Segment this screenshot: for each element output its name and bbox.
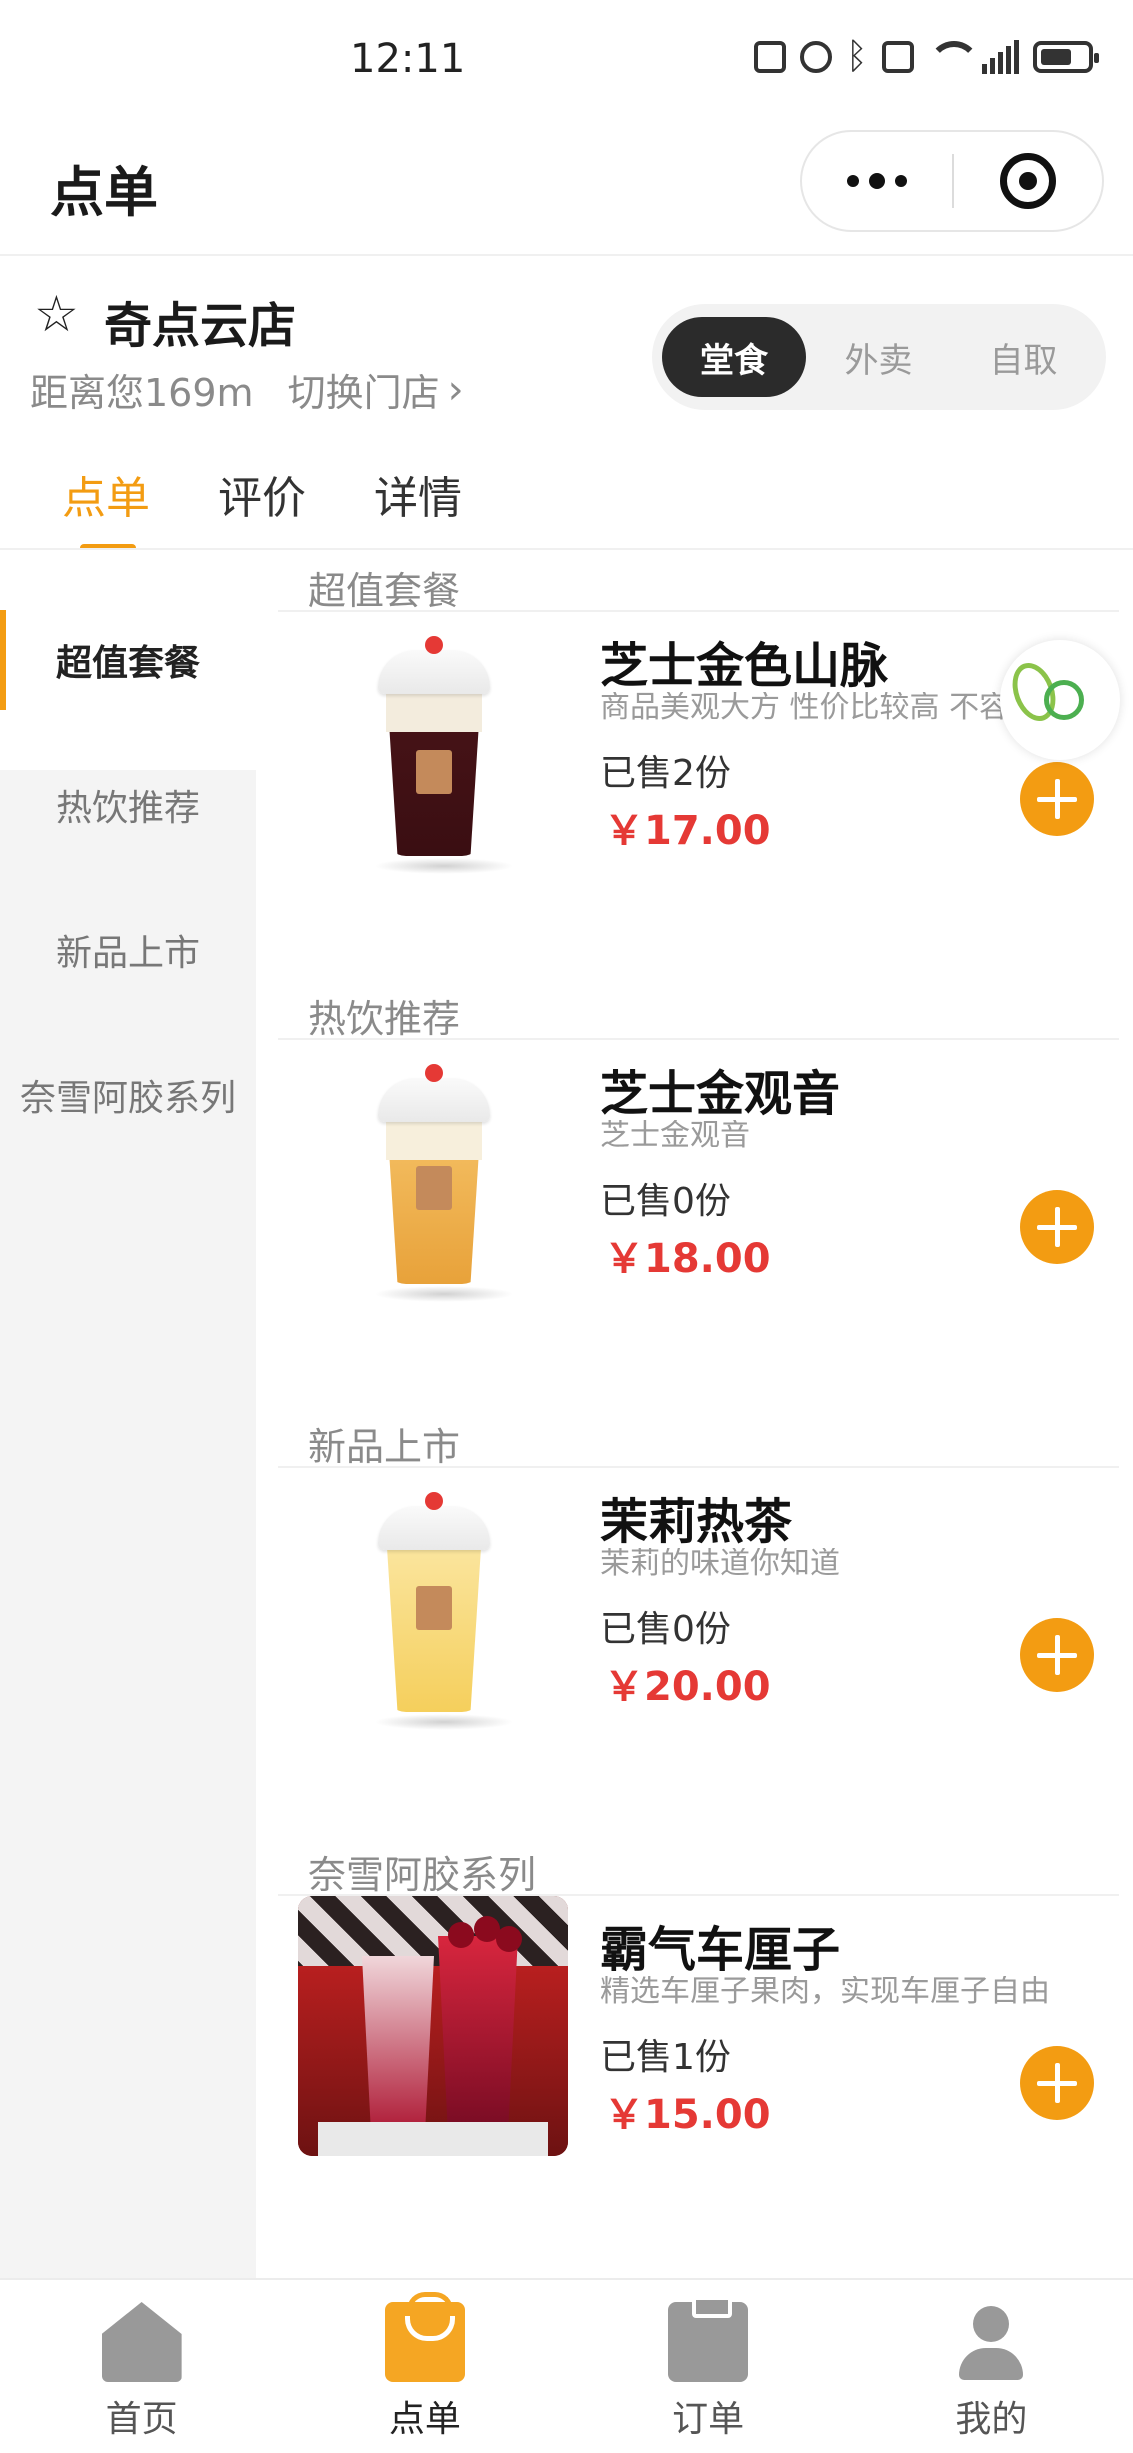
add-to-cart-button[interactable] — [1020, 762, 1094, 836]
bottom-tab-bar: 首页 点单 订单 我的 — [0, 2278, 1133, 2453]
user-icon — [951, 2302, 1031, 2382]
add-to-cart-button[interactable] — [1020, 1190, 1094, 1264]
product-image — [298, 1058, 568, 1318]
product-description: 茉莉的味道你知道 — [600, 1548, 840, 1580]
cherry-drink-promo-image — [298, 1896, 568, 2156]
product-description: 精选车厘子果肉，实现车厘子自由 — [600, 1976, 1050, 2008]
favorite-star-icon[interactable]: ☆ — [34, 284, 79, 344]
product-card[interactable]: 茉莉热茶 茉莉的味道你知道 已售0份 ￥20.00 — [256, 1468, 1133, 1768]
tab-order[interactable]: 点单 — [62, 462, 150, 552]
vibrate-icon — [882, 41, 914, 73]
product-name: 霸气车厘子 — [600, 1922, 841, 1978]
product-name: 茉莉热茶 — [600, 1494, 793, 1550]
status-time: 12:11 — [350, 36, 466, 82]
floating-service-button[interactable] — [1000, 640, 1120, 760]
product-list: 超值套餐 芝士金色山脉 商品美观大方 性价比较高 不容错过 已售2份 ￥17.0… — [256, 550, 1133, 2278]
product-card[interactable]: 芝士金观音 芝士金观音 已售0份 ￥18.00 — [256, 1040, 1133, 1340]
status-icons — [754, 40, 1099, 74]
switch-store-button[interactable]: 切换门店 › — [288, 362, 464, 417]
milk-tea-cup-dark-icon — [298, 630, 568, 890]
tabbar-item-profile[interactable]: 我的 — [850, 2280, 1133, 2453]
add-to-cart-button[interactable] — [1020, 2046, 1094, 2120]
tabbar-item-home[interactable]: 首页 — [0, 2280, 283, 2453]
tabbar-item-order[interactable]: 点单 — [283, 2280, 566, 2453]
product-price: ￥20.00 — [604, 1664, 771, 1710]
service-logo-icon-ring — [1044, 680, 1084, 720]
mode-dine-in[interactable]: 堂食 — [662, 317, 806, 397]
product-sold-count: 已售0份 — [600, 1181, 731, 1222]
status-bar: 12:11 — [0, 0, 1133, 120]
section-title: 奈雪阿胶系列 — [308, 1853, 537, 1897]
section-title: 热饮推荐 — [308, 997, 461, 1041]
product-description: 芝士金观音 — [600, 1120, 750, 1152]
category-sidebar: 超值套餐 热饮推荐 新品上市 奈雪阿胶系列 — [0, 550, 256, 2278]
home-icon — [101, 2302, 182, 2382]
product-card[interactable]: 芝士金色山脉 商品美观大方 性价比较高 不容错过 已售2份 ￥17.00 — [256, 612, 1133, 912]
more-button[interactable] — [802, 132, 952, 230]
tea-cup-yellow-icon — [298, 1486, 568, 1746]
dining-mode-toggle: 堂食 外卖 自取 — [652, 304, 1106, 410]
switch-store-label: 切换门店 — [287, 371, 440, 415]
product-image — [298, 630, 568, 890]
add-to-cart-button[interactable] — [1020, 1618, 1094, 1692]
product-name: 芝士金色山脉 — [600, 638, 889, 694]
mode-pickup[interactable]: 自取 — [951, 317, 1096, 397]
tab-reviews[interactable]: 评价 — [218, 462, 306, 552]
product-card[interactable]: 霸气车厘子 精选车厘子果肉，实现车厘子自由 已售1份 ￥15.00 — [256, 1896, 1133, 2196]
section-title: 新品上市 — [308, 1425, 461, 1469]
page-title: 点单 — [50, 161, 158, 224]
more-dots-icon — [847, 175, 859, 187]
product-image — [298, 1896, 568, 2156]
tab-bar: 点单 评价 详情 — [62, 462, 462, 552]
target-icon — [1000, 153, 1056, 209]
product-price: ￥17.00 — [604, 808, 771, 854]
mode-delivery[interactable]: 外卖 — [806, 317, 951, 397]
alarm-icon — [800, 41, 832, 73]
nfc-icon — [754, 41, 786, 73]
store-distance: 距离您169m — [30, 371, 254, 415]
product-sold-count: 已售1份 — [600, 2037, 731, 2078]
tabbar-label: 订单 — [672, 2399, 745, 2440]
product-image — [298, 1486, 568, 1746]
tabbar-label: 首页 — [105, 2399, 178, 2440]
miniprogram-capsule — [800, 130, 1104, 232]
tabbar-label: 点单 — [388, 2399, 461, 2440]
tea-cup-amber-icon — [298, 1058, 568, 1318]
store-info: 距离您169m 切换门店 › — [30, 362, 464, 417]
chevron-right-icon: › — [447, 366, 464, 413]
battery-icon — [1033, 41, 1099, 73]
product-sold-count: 已售0份 — [600, 1609, 731, 1650]
cellular-signal-icon — [982, 40, 1019, 74]
tabbar-label: 我的 — [955, 2399, 1028, 2440]
product-name: 芝士金观音 — [600, 1066, 841, 1122]
bluetooth-icon — [846, 41, 868, 73]
tabbar-item-orders[interactable]: 订单 — [567, 2280, 850, 2453]
product-price: ￥18.00 — [604, 1236, 771, 1282]
sidebar-item-ejiao-series[interactable]: 奈雪阿胶系列 — [0, 985, 256, 1205]
tab-details[interactable]: 详情 — [374, 462, 462, 552]
close-miniprogram-button[interactable] — [954, 132, 1102, 230]
nav-divider — [0, 254, 1133, 256]
shopping-bag-icon — [384, 2292, 465, 2382]
section-title: 超值套餐 — [308, 569, 461, 613]
wifi-icon — [928, 41, 980, 73]
product-price: ￥15.00 — [604, 2092, 771, 2138]
store-name: 奇点云店 — [104, 298, 297, 354]
clipboard-icon — [668, 2296, 749, 2382]
product-sold-count: 已售2份 — [600, 753, 731, 794]
